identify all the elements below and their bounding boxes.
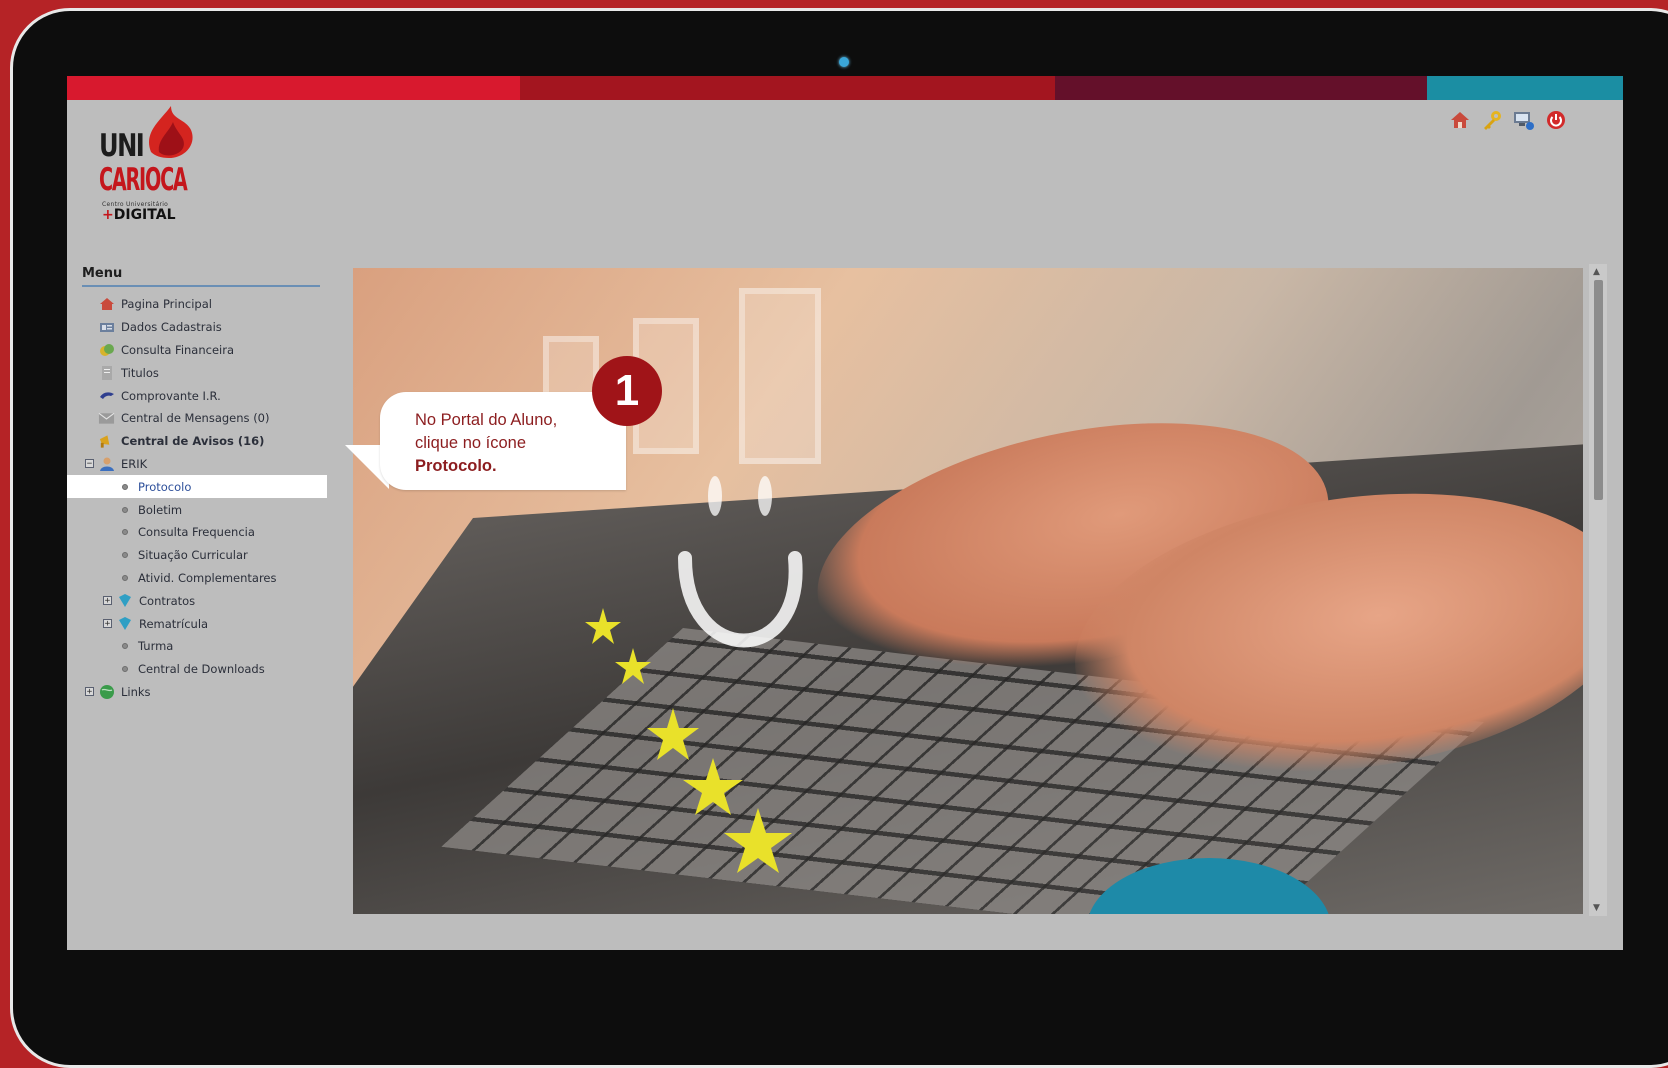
topbar-segment-4 (1427, 76, 1623, 100)
folder-icon (116, 592, 133, 609)
callout-text: No Portal do Aluno, clique no ícone Prot… (415, 409, 557, 478)
menu-item-label: Protocolo (138, 479, 192, 494)
callout-emphasis: Protocolo. (415, 457, 497, 475)
bullet-icon (122, 552, 128, 559)
menu-item-dados-cadastrais[interactable]: Dados Cadastrais (67, 316, 327, 339)
power-icon[interactable] (1545, 109, 1567, 131)
bullet-icon (122, 666, 128, 673)
expand-toggle[interactable]: + (103, 596, 112, 606)
home-icon[interactable] (1449, 109, 1471, 131)
folder-icon (116, 615, 133, 632)
globe-icon (98, 683, 115, 700)
document-icon (98, 364, 115, 381)
menu-item-situacao-curricular[interactable]: Situação Curricular (67, 544, 327, 567)
id-card-icon (98, 319, 115, 336)
monitor-icon[interactable] (1513, 109, 1535, 131)
menu-item-contratos[interactable]: + Contratos (67, 589, 327, 612)
scroll-up-arrow[interactable]: ▲ (1593, 267, 1600, 277)
expand-toggle[interactable]: + (85, 687, 94, 697)
bullet-icon (122, 643, 128, 650)
menu-item-central-mensagens[interactable]: Central de Mensagens (0) (67, 407, 327, 430)
callout-line-2: clique no ícone (415, 434, 526, 452)
menu-item-label: Rematrícula (139, 616, 209, 631)
bullet-icon (122, 574, 128, 581)
mail-icon (98, 410, 115, 427)
menu-item-label: Contratos (139, 593, 196, 608)
header-toolbar (1449, 109, 1567, 131)
menu-item-label: Central de Downloads (138, 662, 265, 677)
bullet-icon (122, 483, 128, 490)
logo-line-uni: UNI (99, 128, 145, 164)
menu-item-label: Titulos (121, 365, 159, 380)
menu-item-label: Dados Cadastrais (121, 320, 222, 335)
menu-item-consulta-frequencia[interactable]: Consulta Frequencia (67, 521, 327, 544)
menu-item-label: ERIK (121, 456, 148, 471)
receipt-icon (98, 387, 115, 404)
megaphone-icon (98, 433, 115, 450)
menu-item-links[interactable]: + Links (67, 681, 327, 704)
topbar-segment-3 (1055, 76, 1427, 100)
menu-item-label: Boletim (138, 502, 183, 517)
top-color-bar (67, 76, 1623, 100)
menu-item-label: Turma (138, 639, 174, 654)
topbar-segment-1 (67, 76, 520, 100)
menu-item-label: Links (121, 684, 151, 699)
menu-item-ativid-complementares[interactable]: Ativid. Complementares (67, 567, 327, 590)
topbar-segment-2 (520, 76, 1055, 100)
banner-image (353, 268, 1583, 914)
menu-item-pagina-principal[interactable]: Pagina Principal (67, 293, 327, 316)
menu-item-label: Consulta Financeira (121, 342, 235, 357)
logo-plus: + (102, 207, 114, 223)
menu-item-erik[interactable]: − ERIK (67, 453, 327, 476)
coins-icon (98, 341, 115, 358)
menu-item-label: Ativid. Complementares (138, 570, 277, 585)
bullet-icon (122, 529, 128, 536)
callout-line-1: No Portal do Aluno, (415, 411, 558, 429)
menu-item-turma[interactable]: Turma (67, 635, 327, 658)
menu-item-titulos[interactable]: Titulos (67, 361, 327, 384)
menu-list: Pagina Principal Dados Cadastrais Consul… (67, 293, 327, 703)
key-icon[interactable] (1481, 109, 1503, 131)
menu-item-label: Central de Avisos (16) (121, 434, 265, 449)
logo-line-carioca: CARIOCA (99, 162, 188, 198)
menu-item-label: Consulta Frequencia (138, 525, 255, 540)
ghost-card-check (739, 288, 821, 464)
menu-item-boletim[interactable]: Boletim (67, 498, 327, 521)
portal-screen: UNI CARIOCA Centro Universitário +DIGITA… (67, 76, 1623, 950)
flame-icon (149, 106, 193, 158)
sidebar-menu: Menu Pagina Principal Dados Cadastrais C… (67, 266, 327, 703)
menu-item-central-avisos[interactable]: Central de Avisos (16) (67, 430, 327, 453)
menu-item-protocolo[interactable]: Protocolo (67, 475, 327, 499)
instruction-callout: No Portal do Aluno, clique no ícone Prot… (380, 392, 626, 490)
scroll-thumb[interactable] (1594, 280, 1603, 500)
bullet-icon (122, 506, 128, 513)
menu-item-label: Comprovante I.R. (121, 388, 221, 403)
collapse-toggle[interactable]: − (85, 459, 94, 469)
expand-toggle[interactable]: + (103, 619, 112, 629)
camera-dot (839, 57, 849, 67)
logo-digital-text: DIGITAL (113, 207, 176, 223)
menu-item-comprovante-ir[interactable]: Comprovante I.R. (67, 384, 327, 407)
user-icon (98, 455, 115, 472)
menu-title: Menu (82, 266, 320, 287)
scroll-down-arrow[interactable]: ▼ (1593, 903, 1600, 913)
logo-digital: +DIGITAL (102, 207, 175, 223)
menu-item-central-downloads[interactable]: Central de Downloads (67, 658, 327, 681)
step-number-badge: 1 (592, 356, 662, 426)
rating-stars-icon (585, 608, 792, 873)
menu-item-consulta-financeira[interactable]: Consulta Financeira (67, 339, 327, 362)
menu-item-rematricula[interactable]: + Rematrícula (67, 612, 327, 635)
menu-item-label: Pagina Principal (121, 297, 212, 312)
unicarioca-logo[interactable]: UNI CARIOCA Centro Universitário +DIGITA… (99, 102, 209, 223)
menu-item-label: Situação Curricular (138, 548, 248, 563)
home-icon (98, 296, 115, 313)
content-scrollbar[interactable]: ▲ ▼ (1589, 264, 1607, 916)
menu-item-label: Central de Mensagens (0) (121, 411, 270, 426)
